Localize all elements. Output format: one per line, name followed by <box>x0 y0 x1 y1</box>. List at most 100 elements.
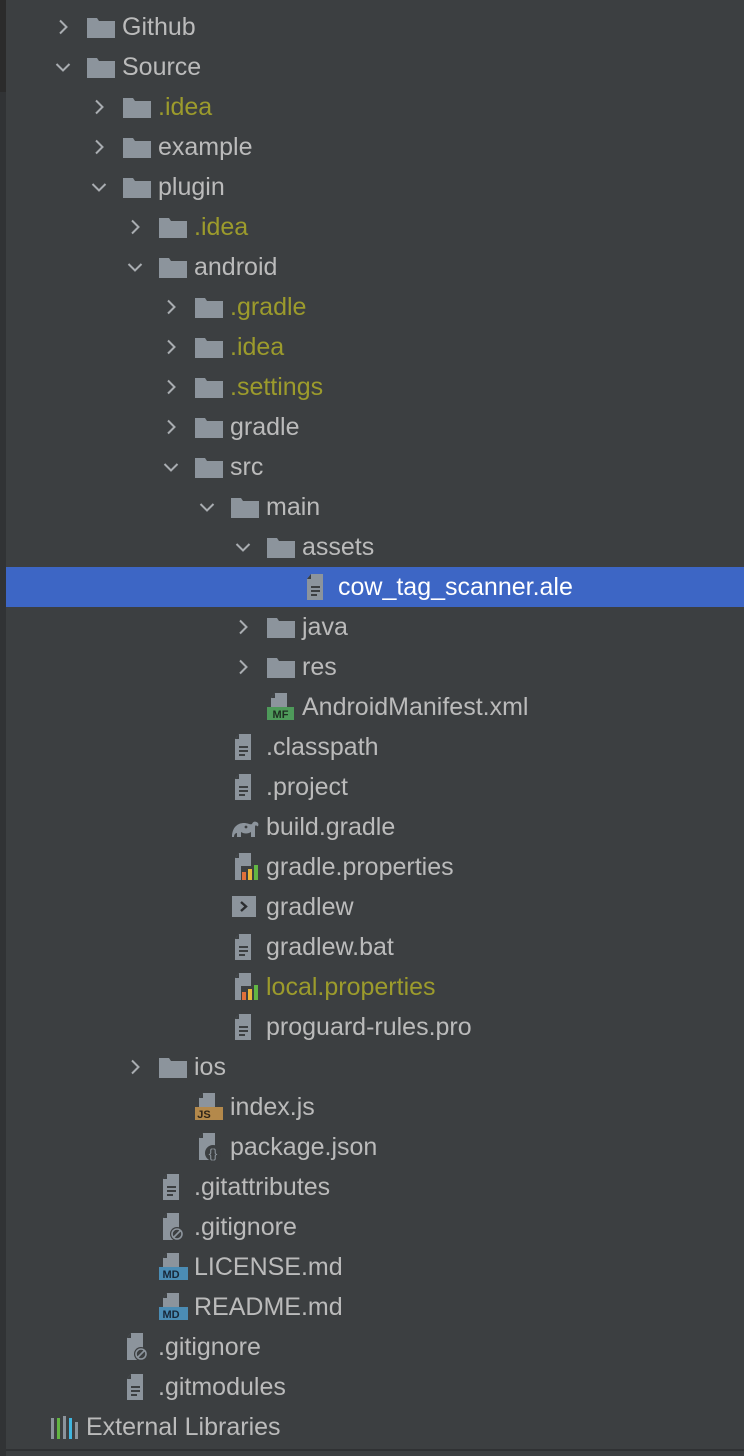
chevron-right-icon[interactable] <box>48 7 78 47</box>
tree-file-node[interactable]: MF AndroidManifest.xml <box>6 687 744 727</box>
panel-divider <box>6 1449 744 1451</box>
tree-file-node[interactable]: build.gradle <box>6 807 744 847</box>
tree-folder-node[interactable]: example <box>6 127 744 167</box>
tree-file-node[interactable]: cow_tag_scanner.ale <box>6 567 744 607</box>
chevron-down-icon[interactable] <box>48 47 78 87</box>
tree-node-label: plugin <box>158 173 225 201</box>
gradle-elephant-icon <box>230 813 260 841</box>
tree-folder-node[interactable]: plugin <box>6 167 744 207</box>
chevron-right-icon[interactable] <box>120 1047 150 1087</box>
text-file-icon <box>122 1373 152 1401</box>
project-tree[interactable]: Github Source .idea example plugin .idea andro… <box>6 7 744 1447</box>
tree-node-label: gradlew <box>266 893 354 921</box>
tree-file-node[interactable]: .project <box>6 767 744 807</box>
chevron-right-icon[interactable] <box>84 127 114 167</box>
tree-file-node[interactable]: {} package.json <box>6 1127 744 1167</box>
tree-file-node[interactable]: .gitmodules <box>6 1367 744 1407</box>
properties-file-icon <box>230 853 260 881</box>
tree-file-node[interactable]: proguard-rules.pro <box>6 1007 744 1047</box>
tree-node-label: .gradle <box>230 293 307 321</box>
tree-folder-node[interactable]: .idea <box>6 327 744 367</box>
tree-node-label: example <box>158 133 253 161</box>
chevron-right-icon[interactable] <box>156 287 186 327</box>
text-file-icon <box>302 573 332 601</box>
tree-folder-node[interactable]: ios <box>6 1047 744 1087</box>
tree-folder-node[interactable]: android <box>6 247 744 287</box>
tree-folder-node[interactable]: assets <box>6 527 744 567</box>
gitignore-file-icon <box>158 1213 188 1241</box>
chevron-right-icon[interactable] <box>84 87 114 127</box>
chevron-right-icon[interactable] <box>120 207 150 247</box>
tree-node-label: .gitattributes <box>194 1173 331 1201</box>
json-file-icon: {} <box>194 1133 224 1161</box>
tree-file-node[interactable]: gradlew.bat <box>6 927 744 967</box>
chevron-right-icon[interactable] <box>228 647 258 687</box>
tree-file-node[interactable]: gradlew <box>6 887 744 927</box>
tree-node-label: README.md <box>194 1293 343 1321</box>
folder-icon <box>86 13 116 41</box>
chevron-down-icon[interactable] <box>192 487 222 527</box>
tree-file-node[interactable]: local.properties <box>6 967 744 1007</box>
tree-folder-node[interactable]: Github <box>6 7 744 47</box>
chevron-down-icon[interactable] <box>156 447 186 487</box>
chevron-down-icon[interactable] <box>228 527 258 567</box>
folder-icon <box>122 133 152 161</box>
tree-folder-node[interactable]: .idea <box>6 87 744 127</box>
tree-node-label: .settings <box>230 373 324 401</box>
tree-node-label: gradle.properties <box>266 853 454 881</box>
tree-file-node[interactable]: MD README.md <box>6 1287 744 1327</box>
tree-node-label: local.properties <box>266 973 436 1001</box>
markdown-file-icon: MD <box>158 1293 188 1321</box>
folder-icon <box>86 53 116 81</box>
properties-file-icon <box>230 973 260 1001</box>
tree-node-label: main <box>266 493 321 521</box>
tree-node-label: .idea <box>230 333 285 361</box>
tree-file-node[interactable]: gradle.properties <box>6 847 744 887</box>
tree-file-node[interactable]: .gitignore <box>6 1207 744 1247</box>
chevron-right-icon[interactable] <box>228 607 258 647</box>
chevron-right-icon[interactable] <box>156 367 186 407</box>
tree-folder-node[interactable]: src <box>6 447 744 487</box>
chevron-down-icon[interactable] <box>84 167 114 207</box>
text-file-icon <box>230 733 260 761</box>
javascript-file-icon: JS <box>194 1093 224 1121</box>
tree-file-node[interactable]: JS index.js <box>6 1087 744 1127</box>
folder-icon <box>122 93 152 121</box>
chevron-right-icon[interactable] <box>156 407 186 447</box>
tree-node-label: External Libraries <box>86 1413 281 1441</box>
folder-icon <box>158 253 188 281</box>
tree-node-label: .idea <box>158 93 213 121</box>
folder-icon <box>266 653 296 681</box>
tree-node-label: index.js <box>230 1093 315 1121</box>
svg-text:MF: MF <box>273 709 289 721</box>
tree-file-node[interactable]: .gitignore <box>6 1327 744 1367</box>
chevron-right-icon[interactable] <box>156 327 186 367</box>
tree-file-node[interactable]: .classpath <box>6 727 744 767</box>
svg-text:MD: MD <box>162 1309 179 1321</box>
tree-node-label: gradlew.bat <box>266 933 394 961</box>
chevron-down-icon[interactable] <box>120 247 150 287</box>
tree-folder-node[interactable]: gradle <box>6 407 744 447</box>
folder-icon <box>194 293 224 321</box>
tree-folder-node[interactable]: .settings <box>6 367 744 407</box>
folder-icon <box>158 1053 188 1081</box>
gitignore-file-icon <box>122 1333 152 1361</box>
tree-node-label: .gitignore <box>194 1213 297 1241</box>
text-file-icon <box>230 773 260 801</box>
manifest-file-icon: MF <box>266 693 296 721</box>
tree-file-node[interactable]: MD LICENSE.md <box>6 1247 744 1287</box>
markdown-file-icon: MD <box>158 1253 188 1281</box>
tree-folder-node[interactable]: res <box>6 647 744 687</box>
tree-node-label: .project <box>266 773 348 801</box>
tree-folder-node[interactable]: Source <box>6 47 744 87</box>
tree-file-node[interactable]: External Libraries <box>6 1407 744 1447</box>
tree-node-label: package.json <box>230 1133 378 1161</box>
tree-folder-node[interactable]: main <box>6 487 744 527</box>
text-file-icon <box>158 1173 188 1201</box>
tree-node-label: LICENSE.md <box>194 1253 343 1281</box>
tree-node-label: .idea <box>194 213 249 241</box>
tree-folder-node[interactable]: .idea <box>6 207 744 247</box>
tree-file-node[interactable]: .gitattributes <box>6 1167 744 1207</box>
tree-folder-node[interactable]: java <box>6 607 744 647</box>
tree-folder-node[interactable]: .gradle <box>6 287 744 327</box>
